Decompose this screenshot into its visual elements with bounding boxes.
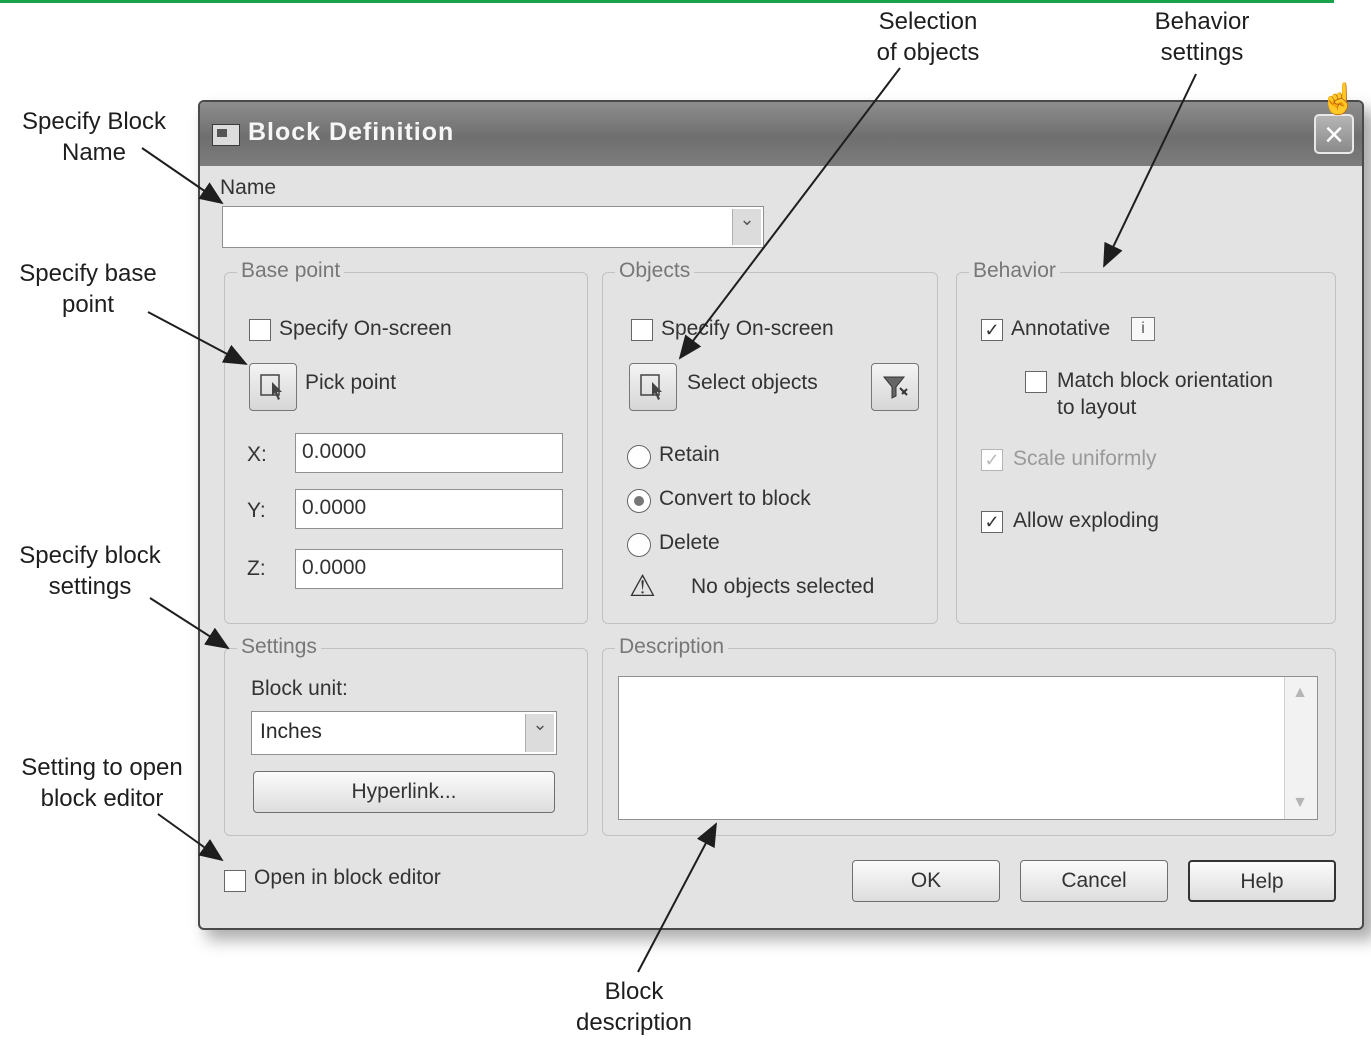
- arrow-block-settings: [149, 597, 230, 650]
- arrow-block-name: [141, 147, 224, 205]
- arrow-behavior: [1103, 73, 1197, 268]
- arrow-selection: [678, 67, 901, 360]
- callout-arrows: [141, 67, 1197, 973]
- arrow-description: [637, 822, 717, 973]
- arrow-open-editor: [157, 813, 224, 862]
- arrow-base-point: [147, 311, 248, 365]
